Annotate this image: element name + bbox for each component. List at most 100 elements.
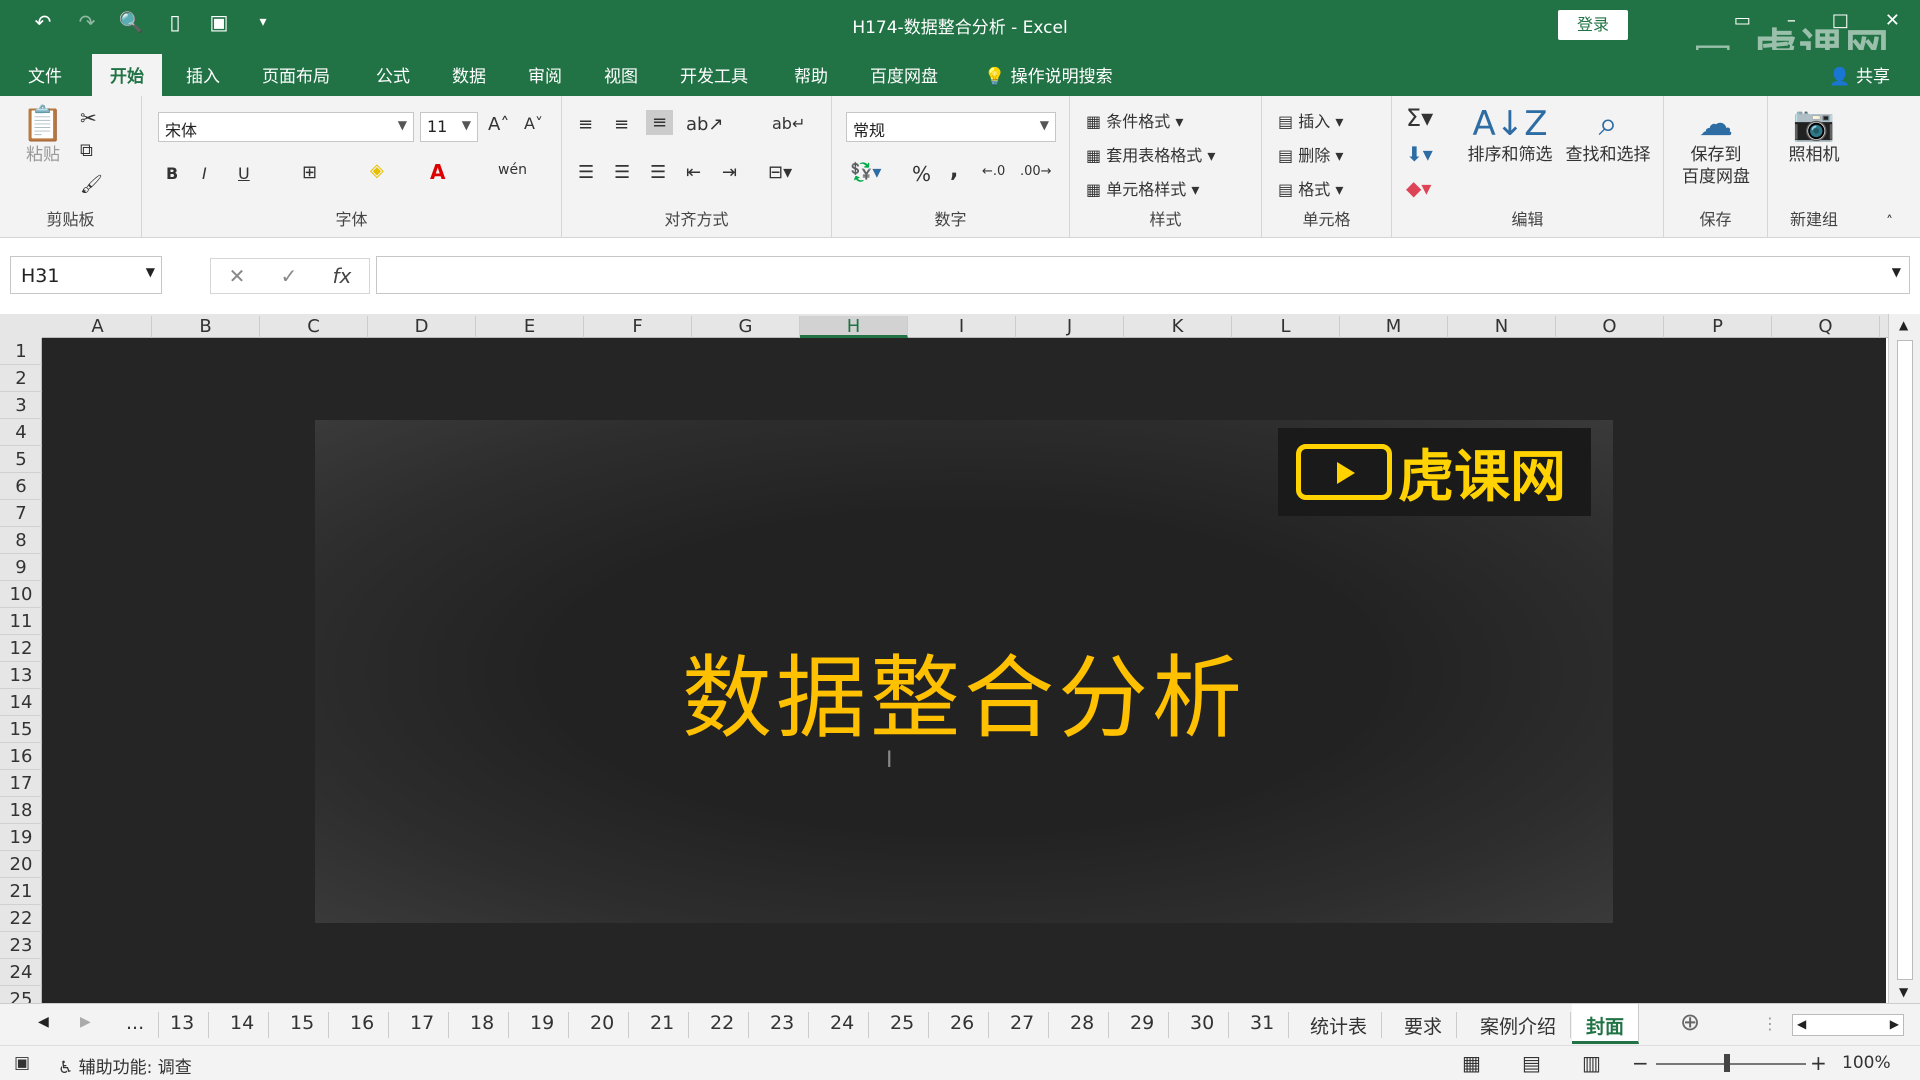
accessibility-status[interactable]: ♿ 辅助功能: 调查 — [58, 1053, 192, 1078]
sheet-tab[interactable]: 17 — [396, 1012, 450, 1038]
zoom-in-icon[interactable]: + — [1810, 1051, 1827, 1075]
scroll-right-icon[interactable]: ▶ — [1890, 1017, 1899, 1031]
page-break-view-icon[interactable]: ▥ — [1582, 1051, 1601, 1075]
tab-data[interactable]: 数据 — [452, 62, 486, 87]
column-header-e[interactable]: E — [476, 316, 584, 338]
row-header-4[interactable]: 4 — [0, 419, 42, 446]
row-header-15[interactable]: 15 — [0, 716, 42, 743]
row-header-9[interactable]: 9 — [0, 554, 42, 581]
ribbon-display-icon[interactable]: ▭ — [1734, 10, 1751, 31]
underline-icon[interactable]: U — [238, 164, 250, 183]
column-header-d[interactable]: D — [368, 316, 476, 338]
sheet-overflow-button[interactable]: ... — [112, 1012, 160, 1038]
align-left-icon[interactable]: ☰ — [578, 162, 594, 183]
column-header-n[interactable]: N — [1448, 316, 1556, 338]
find-select-button[interactable]: ⌕ 查找和选择 — [1558, 104, 1658, 166]
tab-view[interactable]: 视图 — [604, 62, 638, 87]
zoom-slider[interactable] — [1656, 1063, 1806, 1065]
next-sheet-icon[interactable]: ▶ — [80, 1014, 91, 1030]
sheet-tab[interactable]: 24 — [816, 1012, 870, 1038]
percent-button[interactable]: % — [912, 162, 931, 186]
row-header-23[interactable]: 23 — [0, 932, 42, 959]
align-center-icon[interactable]: ☰ — [614, 162, 630, 183]
cancel-icon[interactable]: ✕ — [229, 264, 246, 288]
formula-input[interactable]: ▼ — [376, 256, 1910, 294]
sheet-tab[interactable]: 13 — [156, 1012, 210, 1038]
maximize-icon[interactable]: □ — [1832, 10, 1849, 31]
fill-icon[interactable]: ⬇▾ — [1406, 142, 1433, 166]
row-header-3[interactable]: 3 — [0, 392, 42, 419]
row-header-7[interactable]: 7 — [0, 500, 42, 527]
row-header-6[interactable]: 6 — [0, 473, 42, 500]
close-icon[interactable]: ✕ — [1885, 10, 1900, 31]
increase-indent-icon[interactable]: ⇥ — [722, 162, 737, 183]
horizontal-scrollbar[interactable]: ◀ ▶ — [1792, 1014, 1904, 1036]
insert-cells-button[interactable]: ▤ 插入 ▾ — [1278, 108, 1343, 132]
sheet-tab[interactable]: 30 — [1176, 1012, 1230, 1038]
column-header-f[interactable]: F — [584, 316, 692, 338]
tab-developer[interactable]: 开发工具 — [680, 62, 748, 87]
camera-button[interactable]: 📷 照相机 — [1774, 104, 1854, 166]
share-button[interactable]: 👤 共享 — [1829, 62, 1890, 87]
sheet-tab[interactable]: 封面 — [1572, 1004, 1640, 1044]
sheet-tab[interactable]: 19 — [516, 1012, 570, 1038]
tab-formulas[interactable]: 公式 — [376, 62, 410, 87]
sheet-tab[interactable]: 20 — [576, 1012, 630, 1038]
select-all-corner[interactable] — [0, 314, 42, 338]
cell-styles-button[interactable]: ▦ 单元格样式 ▾ — [1086, 176, 1199, 200]
increase-decimal-icon[interactable]: ←.0 — [982, 164, 1005, 179]
name-box[interactable]: H31 ▼ — [10, 256, 162, 294]
row-header-24[interactable]: 24 — [0, 959, 42, 986]
row-header-20[interactable]: 20 — [0, 851, 42, 878]
page-layout-view-icon[interactable]: ▤ — [1522, 1051, 1541, 1075]
row-header-16[interactable]: 16 — [0, 743, 42, 770]
save-to-netdisk-button[interactable]: ☁ 保存到 百度网盘 — [1670, 104, 1762, 188]
font-size-combo[interactable]: 11 ▼ — [420, 112, 478, 142]
fill-color-icon[interactable]: ◈ — [370, 160, 384, 181]
macro-record-icon[interactable]: ▣ — [14, 1053, 30, 1073]
worksheet-area[interactable]: 虎课网 数据整合分析 I — [42, 338, 1886, 1003]
column-header-i[interactable]: I — [908, 316, 1016, 338]
sort-filter-button[interactable]: A↓Z 排序和筛选 — [1462, 104, 1558, 166]
sheet-tab[interactable]: 15 — [276, 1012, 330, 1038]
font-name-combo[interactable]: 宋体 ▼ — [158, 112, 414, 142]
row-header-18[interactable]: 18 — [0, 797, 42, 824]
sheet-tab[interactable]: 28 — [1056, 1012, 1110, 1038]
row-header-10[interactable]: 10 — [0, 581, 42, 608]
align-middle-icon[interactable]: ≡ — [614, 114, 629, 135]
column-header-q[interactable]: Q — [1772, 316, 1880, 338]
borders-icon[interactable]: ⊞ — [302, 162, 317, 183]
column-header-l[interactable]: L — [1232, 316, 1340, 338]
clear-icon[interactable]: ◆▾ — [1406, 176, 1431, 200]
column-header-p[interactable]: P — [1664, 316, 1772, 338]
row-header-1[interactable]: 1 — [0, 338, 42, 365]
sheet-tab[interactable]: 14 — [216, 1012, 270, 1038]
font-color-icon[interactable]: A — [430, 160, 445, 184]
tell-me-search[interactable]: 💡 操作说明搜索 — [984, 62, 1113, 87]
column-header-b[interactable]: B — [152, 316, 260, 338]
row-header-22[interactable]: 22 — [0, 905, 42, 932]
tab-home[interactable]: 开始 — [92, 54, 162, 96]
orientation-icon[interactable]: ab↗ — [686, 114, 724, 135]
row-header-17[interactable]: 17 — [0, 770, 42, 797]
zoom-level[interactable]: 100% — [1842, 1053, 1891, 1073]
column-header-k[interactable]: K — [1124, 316, 1232, 338]
vertical-scrollbar[interactable]: ▲ ▼ — [1888, 314, 1920, 1003]
column-header-c[interactable]: C — [260, 316, 368, 338]
row-header-13[interactable]: 13 — [0, 662, 42, 689]
comma-style-button[interactable]: , — [950, 158, 958, 183]
sheet-tab[interactable]: 31 — [1236, 1012, 1290, 1038]
tab-file[interactable]: 文件 — [28, 62, 62, 87]
add-sheet-icon[interactable]: ⊕ — [1680, 1008, 1700, 1036]
italic-icon[interactable]: I — [202, 164, 207, 183]
sheet-tab[interactable]: 26 — [936, 1012, 990, 1038]
enter-icon[interactable]: ✓ — [281, 264, 298, 288]
tab-review[interactable]: 审阅 — [528, 62, 562, 87]
sheet-tab[interactable]: 23 — [756, 1012, 810, 1038]
align-right-icon[interactable]: ☰ — [650, 162, 666, 183]
more-options-icon[interactable]: ⋮ — [1762, 1014, 1778, 1033]
column-header-o[interactable]: O — [1556, 316, 1664, 338]
align-bottom-icon[interactable]: ≡ — [646, 110, 674, 135]
tab-baidu-netdisk[interactable]: 百度网盘 — [870, 62, 938, 87]
row-header-19[interactable]: 19 — [0, 824, 42, 851]
